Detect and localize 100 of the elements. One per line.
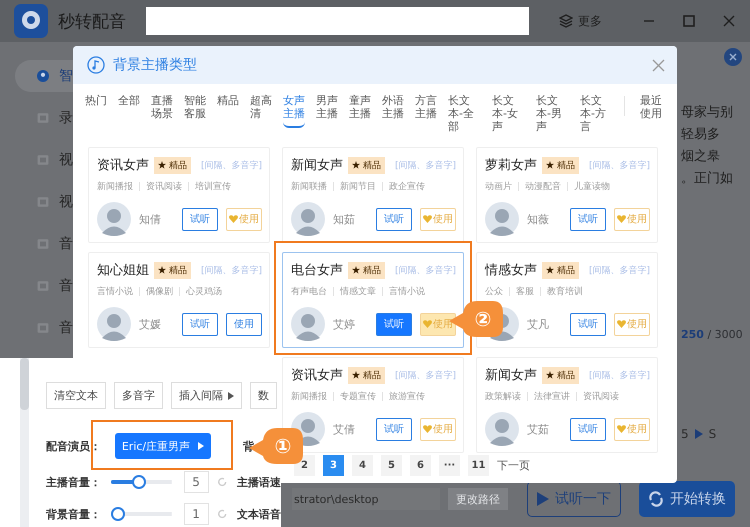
category-tab[interactable]: 超高清 [250,94,272,128]
category-tab[interactable]: 热门 [85,94,107,115]
close-icon[interactable] [722,14,736,28]
sidebar-item[interactable]: 音 [15,312,73,344]
page-button[interactable]: 4 [352,455,373,476]
avatar-icon [485,202,519,236]
voice-name: 艾凡 [527,316,549,332]
category-tab[interactable]: 男声主播 [316,94,338,128]
slider-thumb[interactable] [132,475,146,489]
voice-name: 艾媛 [139,316,161,332]
category-tab[interactable]: 长文本-方言 [580,94,613,141]
avatar-icon [485,412,519,446]
more-button[interactable]: 更多 [559,12,602,30]
preview-button[interactable]: 试听 [570,312,606,336]
voice-tag: 言情小说 [97,285,133,298]
category-tab[interactable]: 长文本-男声 [536,94,569,141]
category-tab[interactable]: 外语主播 [382,94,404,128]
voice-name: 知茹 [333,212,355,226]
sidebar-item[interactable]: 视 [15,144,73,176]
category-tab[interactable]: 方言主播 [415,94,437,128]
voice-title: 电台女声 [291,262,343,279]
preview-button[interactable]: 试听 [376,208,412,230]
category-tab[interactable]: 精品 [217,94,239,115]
voice-name: 知薇 [527,212,549,226]
page-button[interactable]: ··· [439,455,460,476]
star-icon [158,266,166,274]
voice-tag: 政策解读 [485,390,521,403]
change-path-button[interactable]: 更改路径 [448,488,508,510]
toolbar-button[interactable]: 清空文本 [46,382,106,409]
category-tab[interactable]: 女声主播 [283,94,305,128]
voice-tag: 旅游宣传 [389,390,425,403]
voice-tag: 心灵鸡汤 [186,285,222,298]
app-name: 秒转配音 [58,10,126,32]
voice-title: 资讯女声 [97,157,149,174]
preview-button[interactable]: 试听 [182,208,218,230]
category-tab[interactable]: 直播场景 [151,94,173,128]
feature-hint: [间隔、多音字] [200,264,262,276]
preview-button[interactable]: 试听 [376,312,412,336]
toolbar-button[interactable]: 数 [250,382,277,409]
heart-icon [617,215,626,223]
convert-button[interactable]: 开始转换 [639,481,735,517]
slider-thumb[interactable] [111,507,125,521]
feature-hint: [间隔、多音字] [394,264,456,276]
field-label: 主播音量： [46,474,101,490]
voice-tag: 偶像剧 [146,285,173,298]
path-field[interactable]: strator\desktop [292,488,440,510]
category-tab[interactable]: 长文本-全部 [448,94,481,141]
category-tab[interactable]: 长文本-女声 [492,94,525,141]
close-icon[interactable] [652,58,665,72]
star-icon [546,371,554,379]
heart-icon [423,425,432,433]
use-button[interactable]: 使用 [226,312,262,336]
close-icon[interactable] [724,48,742,66]
value-field[interactable]: 5 [184,471,209,493]
avatar-icon [291,202,325,236]
voice-title: 新闻女声 [485,367,537,384]
voice-tag: 专题宣传 [340,390,376,403]
category-tab[interactable]: 全部 [118,94,140,115]
field-label: 配音演员： [46,438,101,454]
voice-tag: 公众 [485,285,503,298]
refresh-icon [648,491,664,507]
character-counter: 250 / 3000 [681,328,744,341]
reset-icon[interactable] [216,508,227,520]
app-logo [14,4,48,38]
sidebar-item[interactable]: 音 [15,270,73,302]
feature-hint: [间隔、多音字] [588,264,650,276]
preview-button[interactable]: 试听 [182,312,218,336]
preview-button[interactable]: 试听 [570,418,606,440]
star-icon [546,266,554,274]
voice-name: 艾婷 [333,316,355,332]
page-button[interactable]: 6 [410,455,431,476]
category-tab[interactable]: 最近使用 [640,94,662,128]
toolbar-button[interactable]: 插入间隔 [171,382,242,409]
voice-title: 萝莉女声 [485,157,537,174]
voice-tag: 培训宣传 [195,180,231,193]
dialog-title: 背景主播类型 [113,56,197,74]
toolbar-button[interactable]: 多音字 [114,382,163,409]
sidebar-item[interactable]: 智 [15,60,73,92]
category-tab[interactable]: 童声主播 [349,94,371,128]
preview-button[interactable]: 试听 [570,208,606,230]
value-field[interactable]: 1 [184,503,209,525]
page-button[interactable]: 3 [323,455,344,476]
reset-icon[interactable] [216,476,227,488]
preview-button[interactable]: 试听 [376,418,412,440]
voice-actor-button[interactable]: Eric/庄重男声 [115,433,211,459]
next-page-link[interactable]: 下一页 [497,458,530,473]
step-label: S [708,427,716,441]
sidebar-item[interactable]: 音 [15,228,73,260]
field-label: 文本语音 [237,506,281,522]
caret-icon [198,442,204,450]
page-button[interactable]: 11 [468,455,489,476]
sidebar-item[interactable]: 录 [15,102,73,134]
star-icon [158,161,166,169]
avatar-icon [97,202,131,236]
page-button[interactable]: 5 [381,455,402,476]
sidebar-item[interactable]: 视 [15,186,73,218]
category-tab[interactable]: 智能客服 [184,94,206,128]
heart-icon [423,215,432,223]
text-line: 。正门如 [681,170,734,188]
maximize-icon[interactable] [682,14,696,28]
